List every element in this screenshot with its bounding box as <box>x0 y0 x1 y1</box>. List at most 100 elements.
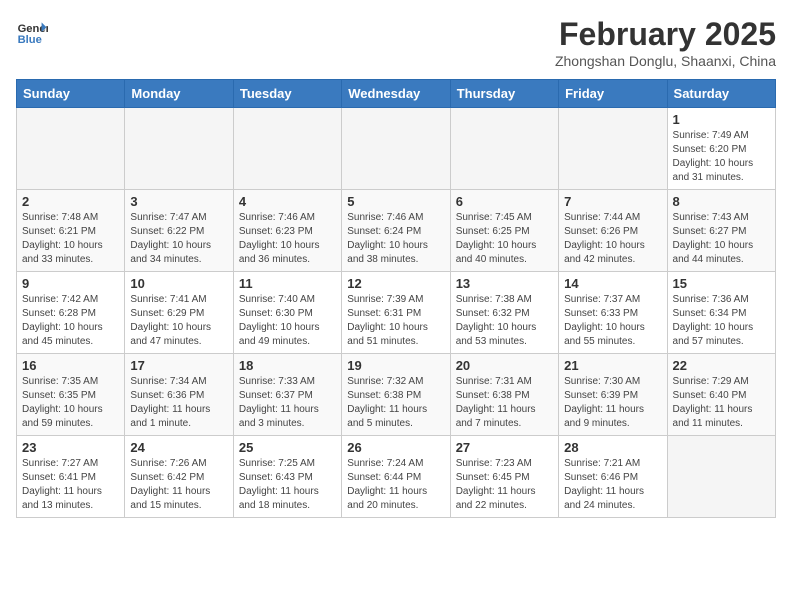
day-info: Sunrise: 7:39 AM Sunset: 6:31 PM Dayligh… <box>347 293 444 349</box>
weekday-header-sunday: Sunday <box>17 80 125 108</box>
calendar-cell: 12Sunrise: 7:39 AM Sunset: 6:31 PM Dayli… <box>342 272 450 354</box>
day-info: Sunrise: 7:35 AM Sunset: 6:35 PM Dayligh… <box>22 375 119 431</box>
calendar-cell: 22 Sunrise: 7:29 AM Sunset: 6:40 PM Dayli… <box>667 354 775 436</box>
calendar-cell <box>342 108 450 190</box>
day-number: 28 <box>564 440 661 455</box>
calendar-cell <box>450 108 558 190</box>
day-number: 20 <box>456 358 553 373</box>
day-number: 25 <box>239 440 336 455</box>
calendar-cell <box>559 108 667 190</box>
day-number: 13 <box>456 276 553 291</box>
calendar-cell: 14 Sunrise: 7:37 AM Sunset: 6:33 PM Dayli… <box>559 272 667 354</box>
calendar-cell: 19 Sunrise: 7:32 AM Sunset: 6:38 PM Dayli… <box>342 354 450 436</box>
day-info: Sunrise: 7:47 AM Sunset: 6:22 PM Dayligh… <box>130 211 227 267</box>
day-info: Sunrise: 7:24 AM Sunset: 6:44 PM Dayligh… <box>347 457 444 513</box>
calendar-cell: 13 Sunrise: 7:38 AM Sunset: 6:32 PM Dayli… <box>450 272 558 354</box>
calendar-cell: 6 Sunrise: 7:45 AM Sunset: 6:25 PM Daylig… <box>450 190 558 272</box>
day-number: 10 <box>130 276 227 291</box>
day-number: 23 <box>22 440 119 455</box>
calendar-cell: 15 Sunrise: 7:36 AM Sunset: 6:34 PM Dayli… <box>667 272 775 354</box>
calendar-cell: 18Sunrise: 7:33 AM Sunset: 6:37 PM Dayli… <box>233 354 341 436</box>
day-info: Sunrise: 7:26 AM Sunset: 6:42 PM Dayligh… <box>130 457 227 513</box>
day-info: Sunrise: 7:49 AM Sunset: 6:20 PM Dayligh… <box>673 129 770 185</box>
day-number: 17 <box>130 358 227 373</box>
calendar-cell <box>17 108 125 190</box>
calendar-week-5: 23Sunrise: 7:27 AM Sunset: 6:41 PM Dayli… <box>17 436 776 518</box>
location: Zhongshan Donglu, Shaanxi, China <box>555 53 776 69</box>
weekday-header-tuesday: Tuesday <box>233 80 341 108</box>
day-info: Sunrise: 7:34 AM Sunset: 6:36 PM Dayligh… <box>130 375 227 431</box>
day-info: Sunrise: 7:37 AM Sunset: 6:33 PM Dayligh… <box>564 293 661 349</box>
day-info: Sunrise: 7:25 AM Sunset: 6:43 PM Dayligh… <box>239 457 336 513</box>
day-info: Sunrise: 7:43 AM Sunset: 6:27 PM Dayligh… <box>673 211 770 267</box>
day-info: Sunrise: 7:41 AM Sunset: 6:29 PM Dayligh… <box>130 293 227 349</box>
calendar-cell <box>667 436 775 518</box>
calendar-cell: 8Sunrise: 7:43 AM Sunset: 6:27 PM Daylig… <box>667 190 775 272</box>
calendar-cell: 20 Sunrise: 7:31 AM Sunset: 6:38 PM Dayli… <box>450 354 558 436</box>
calendar-cell <box>125 108 233 190</box>
day-number: 15 <box>673 276 770 291</box>
calendar-cell: 26Sunrise: 7:24 AM Sunset: 6:44 PM Dayli… <box>342 436 450 518</box>
day-number: 21 <box>564 358 661 373</box>
calendar-week-1: 1 Sunrise: 7:49 AM Sunset: 6:20 PM Daylig… <box>17 108 776 190</box>
day-info: Sunrise: 7:31 AM Sunset: 6:38 PM Dayligh… <box>456 375 553 431</box>
calendar-cell: 21 Sunrise: 7:30 AM Sunset: 6:39 PM Dayli… <box>559 354 667 436</box>
weekday-header-thursday: Thursday <box>450 80 558 108</box>
title-block: February 2025 Zhongshan Donglu, Shaanxi,… <box>555 16 776 69</box>
day-number: 19 <box>347 358 444 373</box>
calendar-cell: 28Sunrise: 7:21 AM Sunset: 6:46 PM Dayli… <box>559 436 667 518</box>
day-info: Sunrise: 7:36 AM Sunset: 6:34 PM Dayligh… <box>673 293 770 349</box>
calendar-cell: 17 Sunrise: 7:34 AM Sunset: 6:36 PM Dayli… <box>125 354 233 436</box>
calendar-cell: 3 Sunrise: 7:47 AM Sunset: 6:22 PM Daylig… <box>125 190 233 272</box>
day-info: Sunrise: 7:32 AM Sunset: 6:38 PM Dayligh… <box>347 375 444 431</box>
calendar-cell: 4Sunrise: 7:46 AM Sunset: 6:23 PM Daylig… <box>233 190 341 272</box>
svg-text:Blue: Blue <box>18 34 42 46</box>
day-number: 6 <box>456 194 553 209</box>
day-info: Sunrise: 7:23 AM Sunset: 6:45 PM Dayligh… <box>456 457 553 513</box>
calendar-table: SundayMondayTuesdayWednesdayThursdayFrid… <box>16 79 776 518</box>
day-info: Sunrise: 7:45 AM Sunset: 6:25 PM Dayligh… <box>456 211 553 267</box>
calendar-week-2: 2 Sunrise: 7:48 AM Sunset: 6:21 PM Daylig… <box>17 190 776 272</box>
day-info: Sunrise: 7:48 AM Sunset: 6:21 PM Dayligh… <box>22 211 119 267</box>
day-number: 24 <box>130 440 227 455</box>
calendar-cell: 23Sunrise: 7:27 AM Sunset: 6:41 PM Dayli… <box>17 436 125 518</box>
weekday-header-wednesday: Wednesday <box>342 80 450 108</box>
day-info: Sunrise: 7:40 AM Sunset: 6:30 PM Dayligh… <box>239 293 336 349</box>
calendar-cell: 7 Sunrise: 7:44 AM Sunset: 6:26 PM Daylig… <box>559 190 667 272</box>
weekday-header-row: SundayMondayTuesdayWednesdayThursdayFrid… <box>17 80 776 108</box>
page-header: General Blue February 2025 Zhongshan Don… <box>16 16 776 69</box>
day-info: Sunrise: 7:46 AM Sunset: 6:24 PM Dayligh… <box>347 211 444 267</box>
day-number: 27 <box>456 440 553 455</box>
day-number: 7 <box>564 194 661 209</box>
calendar-week-3: 9 Sunrise: 7:42 AM Sunset: 6:28 PM Daylig… <box>17 272 776 354</box>
calendar-cell: 9 Sunrise: 7:42 AM Sunset: 6:28 PM Daylig… <box>17 272 125 354</box>
calendar-cell <box>233 108 341 190</box>
day-number: 9 <box>22 276 119 291</box>
day-number: 3 <box>130 194 227 209</box>
month-title: February 2025 <box>555 16 776 53</box>
calendar-cell: 25 Sunrise: 7:25 AM Sunset: 6:43 PM Dayli… <box>233 436 341 518</box>
logo-icon: General Blue <box>16 16 48 48</box>
day-info: Sunrise: 7:38 AM Sunset: 6:32 PM Dayligh… <box>456 293 553 349</box>
calendar-cell: 1 Sunrise: 7:49 AM Sunset: 6:20 PM Daylig… <box>667 108 775 190</box>
day-info: Sunrise: 7:29 AM Sunset: 6:40 PM Dayligh… <box>673 375 770 431</box>
day-number: 18 <box>239 358 336 373</box>
day-info: Sunrise: 7:44 AM Sunset: 6:26 PM Dayligh… <box>564 211 661 267</box>
day-number: 14 <box>564 276 661 291</box>
day-number: 1 <box>673 112 770 127</box>
day-info: Sunrise: 7:30 AM Sunset: 6:39 PM Dayligh… <box>564 375 661 431</box>
weekday-header-friday: Friday <box>559 80 667 108</box>
day-number: 22 <box>673 358 770 373</box>
calendar-cell: 24 Sunrise: 7:26 AM Sunset: 6:42 PM Dayli… <box>125 436 233 518</box>
logo: General Blue <box>16 16 48 48</box>
day-info: Sunrise: 7:46 AM Sunset: 6:23 PM Dayligh… <box>239 211 336 267</box>
calendar-cell: 2 Sunrise: 7:48 AM Sunset: 6:21 PM Daylig… <box>17 190 125 272</box>
calendar-cell: 5Sunrise: 7:46 AM Sunset: 6:24 PM Daylig… <box>342 190 450 272</box>
day-number: 11 <box>239 276 336 291</box>
calendar-cell: 10 Sunrise: 7:41 AM Sunset: 6:29 PM Dayli… <box>125 272 233 354</box>
day-info: Sunrise: 7:42 AM Sunset: 6:28 PM Dayligh… <box>22 293 119 349</box>
calendar-cell: 16Sunrise: 7:35 AM Sunset: 6:35 PM Dayli… <box>17 354 125 436</box>
day-number: 2 <box>22 194 119 209</box>
calendar-cell: 11 Sunrise: 7:40 AM Sunset: 6:30 PM Dayli… <box>233 272 341 354</box>
calendar-week-4: 16Sunrise: 7:35 AM Sunset: 6:35 PM Dayli… <box>17 354 776 436</box>
